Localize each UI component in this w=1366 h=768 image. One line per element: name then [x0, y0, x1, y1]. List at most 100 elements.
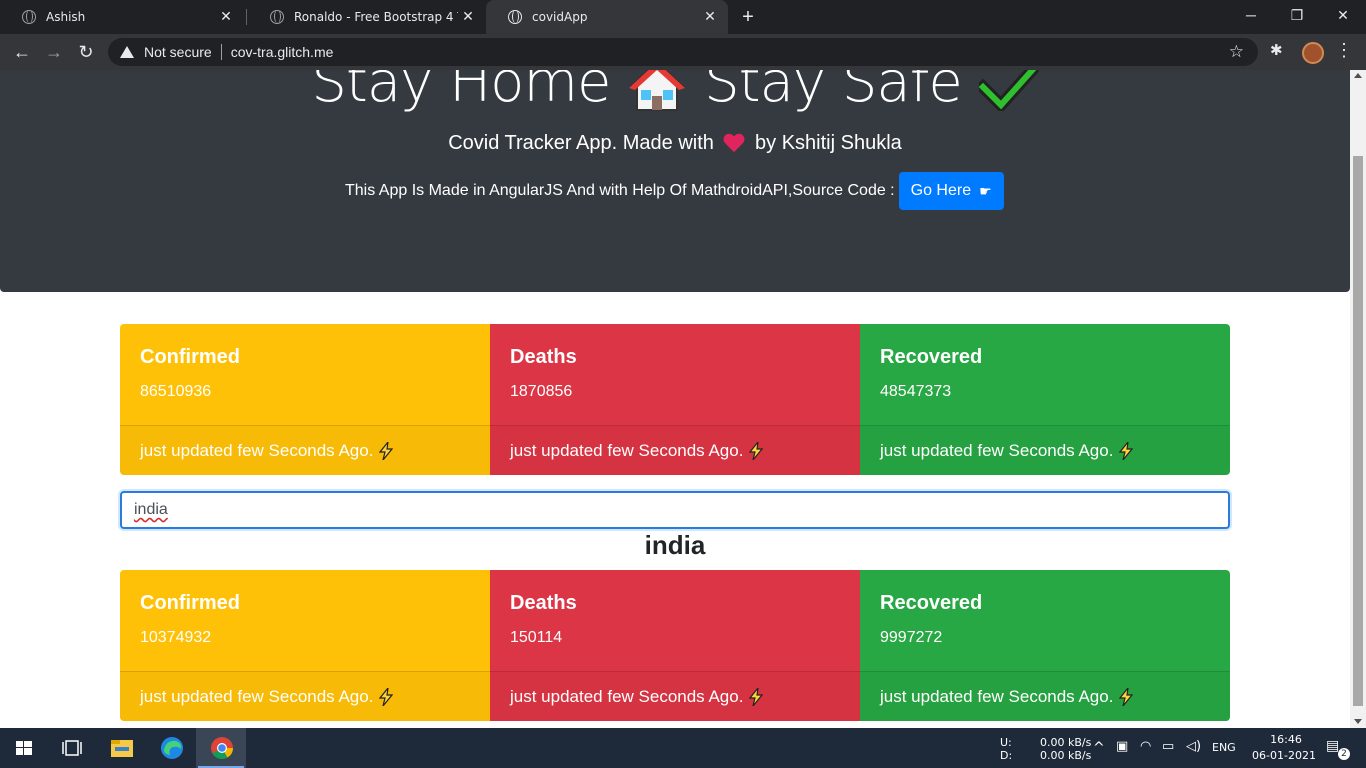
card-title: Deaths	[510, 346, 577, 368]
chrome-icon[interactable]	[198, 728, 246, 768]
confirmed-card: Confirmed 86510936 just updated few Seco…	[120, 324, 490, 475]
card-footer: just updated few Seconds Ago.	[860, 425, 1230, 475]
footer-text: just updated few Seconds Ago.	[510, 440, 744, 460]
close-tab-icon[interactable]: ✕	[700, 9, 720, 25]
windows-taskbar: U: D: 0.00 kB/s 0.00 kB/s ^ ▣ ◠ ▭ ◁) ENG…	[0, 728, 1366, 768]
confirmed-card: Confirmed 10374932 just updated few Seco…	[120, 570, 490, 721]
headline-part2: Stay Safe	[704, 70, 963, 115]
extensions-icon[interactable]: ✱	[1270, 41, 1283, 59]
card-footer: just updated few Seconds Ago.	[490, 425, 860, 475]
clock-time[interactable]: 16:46	[1264, 733, 1308, 746]
show-hidden-icons-chevron-icon[interactable]: ^	[1093, 740, 1105, 756]
globe-icon	[22, 10, 36, 24]
go-here-button[interactable]: Go Here ☛	[898, 172, 1004, 210]
checkmark-icon	[978, 70, 1039, 111]
search-value[interactable]: india	[134, 501, 168, 519]
net-down-label: D:	[1000, 749, 1013, 762]
restore-button[interactable]: ❐	[1274, 0, 1320, 30]
warning-icon[interactable]	[120, 46, 134, 58]
lightning-icon	[379, 687, 394, 706]
volume-icon[interactable]: ◁)	[1186, 739, 1201, 754]
tab-covidapp[interactable]: covidApp ✕	[486, 0, 728, 34]
card-footer: just updated few Seconds Ago.	[490, 671, 860, 721]
edge-browser-icon[interactable]	[148, 728, 196, 768]
hero-jumbotron: Stay Home Stay Safe Covid Tracker App. M…	[0, 70, 1350, 292]
tab-title: Ronaldo - Free Bootstrap 4 Temp	[294, 10, 458, 24]
scrollbar-thumb[interactable]	[1353, 156, 1363, 706]
card-title: Deaths	[510, 592, 577, 614]
deaths-card: Deaths 1870856 just updated few Seconds …	[490, 324, 860, 475]
windows-start-icon[interactable]	[0, 728, 48, 768]
reload-icon[interactable]: ↻	[72, 38, 100, 66]
tab-title: covidApp	[532, 10, 588, 24]
scroll-up-arrow-icon[interactable]	[1354, 73, 1362, 78]
country-heading: india	[644, 530, 706, 560]
house-icon	[628, 70, 686, 111]
close-window-button[interactable]: ✕	[1320, 0, 1366, 30]
url-text[interactable]: cov-tra.glitch.me	[231, 44, 334, 60]
tagline-prefix: Covid Tracker App. Made with	[448, 132, 714, 154]
browser-toolbar: ← → ↻ Not secure cov-tra.glitch.me ☆	[0, 34, 1366, 70]
card-footer: just updated few Seconds Ago.	[120, 425, 490, 475]
tab-ronaldo[interactable]: Ronaldo - Free Bootstrap 4 Temp ✕	[248, 0, 486, 34]
net-up-label: U:	[1000, 736, 1012, 749]
heart-icon	[723, 134, 745, 154]
card-title: Confirmed	[140, 592, 240, 614]
page-viewport: Stay Home Stay Safe Covid Tracker App. M…	[0, 70, 1350, 728]
source-text: This App Is Made in AngularJS And with H…	[345, 182, 895, 199]
deaths-card: Deaths 150114 just updated few Seconds A…	[490, 570, 860, 721]
tagline: Covid Tracker App. Made with by Kshitij …	[0, 132, 1350, 155]
lightning-icon	[749, 687, 764, 706]
close-tab-icon[interactable]: ✕	[216, 9, 236, 25]
profile-avatar[interactable]	[1302, 42, 1324, 64]
forward-icon[interactable]: →	[40, 38, 68, 66]
tab-ashish[interactable]: Ashish ✕	[0, 0, 244, 34]
footer-text: just updated few Seconds Ago.	[510, 686, 744, 706]
pointing-hand-icon: ☛	[979, 182, 992, 199]
recovered-card: Recovered 48547373 just updated few Seco…	[860, 324, 1230, 475]
globe-icon	[508, 10, 522, 24]
card-footer: just updated few Seconds Ago.	[120, 671, 490, 721]
net-up-speed: 0.00 kB/s	[1040, 736, 1092, 749]
minimize-button[interactable]: ─	[1228, 0, 1274, 30]
browser-tab-bar: Ashish ✕ Ronaldo - Free Bootstrap 4 Temp…	[0, 0, 1366, 34]
go-here-label: Go Here	[910, 182, 972, 199]
source-code-line: This App Is Made in AngularJS And with H…	[345, 172, 1004, 210]
close-tab-icon[interactable]: ✕	[458, 9, 478, 25]
scroll-down-arrow-icon[interactable]	[1354, 719, 1362, 724]
new-tab-button[interactable]: +	[736, 4, 760, 30]
country-search-input[interactable]: india	[120, 491, 1230, 529]
country-stats-cards: Confirmed 10374932 just updated few Seco…	[120, 570, 1230, 721]
meet-now-icon[interactable]: ▣	[1116, 739, 1128, 754]
card-value: 86510936	[140, 383, 212, 400]
divider	[220, 44, 222, 60]
recovered-card: Recovered 9997272 just updated few Secon…	[860, 570, 1230, 721]
menu-icon[interactable]: ⋮	[1334, 40, 1354, 61]
battery-icon[interactable]: ▭	[1162, 739, 1174, 754]
address-bar[interactable]: Not secure cov-tra.glitch.me ☆	[108, 38, 1258, 66]
headline-part1: Stay Home	[311, 70, 611, 115]
footer-text: just updated few Seconds Ago.	[880, 440, 1114, 460]
card-title: Confirmed	[140, 346, 240, 368]
task-view-icon[interactable]	[48, 728, 96, 768]
security-label[interactable]: Not secure	[144, 44, 212, 60]
card-title: Recovered	[880, 592, 983, 614]
card-value: 150114	[510, 629, 563, 646]
page-scrollbar[interactable]	[1350, 70, 1366, 728]
notification-count: 2	[1338, 748, 1350, 760]
lightning-icon	[749, 441, 764, 460]
lightning-icon	[379, 441, 394, 460]
file-explorer-icon[interactable]	[98, 728, 146, 768]
card-value: 10374932	[140, 629, 212, 646]
card-value: 1870856	[510, 383, 573, 400]
back-icon[interactable]: ←	[8, 38, 36, 66]
bookmark-star-icon[interactable]: ☆	[1229, 42, 1244, 62]
wifi-icon[interactable]: ◠	[1140, 739, 1151, 754]
language-indicator[interactable]: ENG	[1212, 741, 1236, 754]
card-value: 9997272	[880, 629, 943, 646]
card-value: 48547373	[880, 383, 952, 400]
footer-text: just updated few Seconds Ago.	[880, 686, 1114, 706]
clock-date[interactable]: 06-01-2021	[1248, 749, 1320, 762]
globe-icon	[270, 10, 284, 24]
tab-title: Ashish	[46, 10, 86, 24]
